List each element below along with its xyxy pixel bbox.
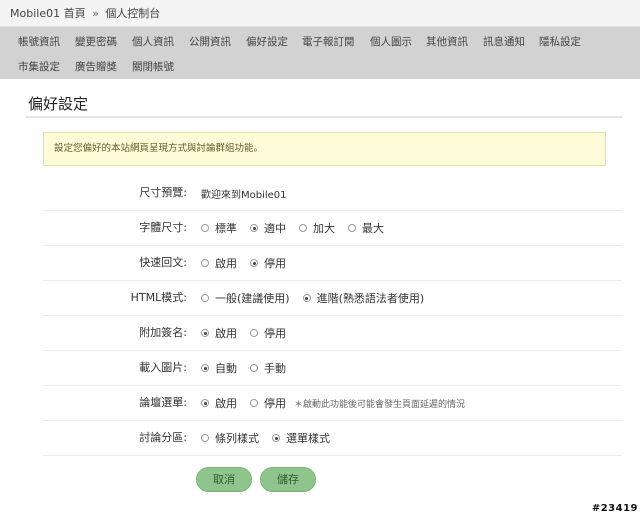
radio-button[interactable] (201, 259, 209, 267)
radio-button[interactable] (348, 224, 356, 232)
quick-reply-option-enable[interactable]: 啟用 (201, 255, 237, 271)
radio-button[interactable] (250, 259, 258, 267)
preview-row: 尺寸預覽: 歡迎來到Mobile01 (43, 176, 622, 211)
breadcrumb-home-link[interactable]: Mobile01 首頁 (10, 7, 86, 20)
forum-category-label: 討論分區: (139, 431, 187, 444)
load-images-option-manual[interactable]: 手動 (250, 360, 286, 376)
radio-button[interactable] (201, 224, 209, 232)
radio-button[interactable] (201, 294, 209, 302)
page-title: 偏好設定 (28, 95, 89, 113)
quick-reply-label: 快速回文: (139, 256, 187, 269)
cancel-button[interactable]: 取消 (196, 467, 252, 492)
info-notice: 設定您偏好的本站網頁呈現方式與討論群組功能。 (43, 132, 606, 166)
nav-personal-info[interactable]: 個人資訊 (132, 34, 174, 49)
forum-category-row: 討論分區: 條列樣式 選單樣式 (43, 421, 622, 456)
forum-menu-label: 論壇選單: (139, 396, 187, 409)
radio-button[interactable] (250, 329, 258, 337)
radio-button[interactable] (299, 224, 307, 232)
quick-reply-option-disable[interactable]: 停用 (250, 255, 286, 271)
load-images-row: 載入圖片: 自動 手動 (43, 351, 622, 386)
settings-nav-bar: 帳號資訊 變更密碼 個人資訊 公開資訊 偏好設定 電子報訂閱 個人圖示 其他資訊… (0, 27, 640, 79)
html-mode-option-basic[interactable]: 一般(建議使用) (201, 290, 290, 306)
nav-market-settings[interactable]: 市集設定 (18, 59, 60, 74)
signature-label: 附加簽名: (139, 326, 187, 339)
nav-privacy[interactable]: 隱私設定 (539, 34, 581, 49)
nav-notifications[interactable]: 訊息通知 (483, 34, 525, 49)
font-size-option-large[interactable]: 加大 (299, 220, 335, 236)
nav-avatar[interactable]: 個人圖示 (370, 34, 412, 49)
radio-button[interactable] (250, 364, 258, 372)
radio-button[interactable] (272, 434, 280, 442)
forum-menu-option-enable[interactable]: 啟用 (201, 395, 237, 411)
preview-label: 尺寸預覽: (139, 186, 187, 199)
nav-close-account[interactable]: 關閉帳號 (132, 59, 174, 74)
title-divider (26, 116, 622, 118)
html-mode-label: HTML模式: (130, 291, 187, 304)
signature-option-enable[interactable]: 啟用 (201, 325, 237, 341)
image-id-tag: #23419 (591, 503, 638, 514)
load-images-label: 載入圖片: (139, 361, 187, 374)
html-mode-row: HTML模式: 一般(建議使用) 進階(熟悉語法者使用) (43, 281, 622, 316)
font-size-option-standard[interactable]: 標準 (201, 220, 237, 236)
nav-public-info[interactable]: 公開資訊 (189, 34, 231, 49)
radio-button[interactable] (201, 329, 209, 337)
nav-preferences[interactable]: 偏好設定 (246, 34, 288, 49)
signature-row: 附加簽名: 啟用 停用 (43, 316, 622, 351)
font-size-row: 字體尺寸: 標準 適中 加大 最大 (43, 211, 622, 246)
radio-button[interactable] (201, 434, 209, 442)
nav-other-info[interactable]: 其他資訊 (426, 34, 468, 49)
breadcrumb: Mobile01 首頁 » 個人控制台 (0, 0, 640, 27)
load-images-option-auto[interactable]: 自動 (201, 360, 237, 376)
font-size-option-largest[interactable]: 最大 (348, 220, 384, 236)
font-size-option-medium[interactable]: 適中 (250, 220, 286, 236)
forum-menu-option-disable[interactable]: 停用 (250, 395, 286, 411)
forum-category-option-list[interactable]: 條列樣式 (201, 430, 259, 446)
html-mode-option-advanced[interactable]: 進階(熟悉語法者使用) (302, 290, 424, 306)
font-size-label: 字體尺寸: (139, 221, 187, 234)
radio-button[interactable] (302, 294, 311, 302)
radio-button[interactable] (250, 399, 258, 407)
breadcrumb-current: 個人控制台 (105, 7, 161, 20)
forum-menu-hint: ＊啟動此功能後可能會發生頁面延遲的情況 (294, 399, 466, 410)
radio-button[interactable] (201, 399, 209, 407)
radio-button[interactable] (250, 224, 258, 232)
preview-text: 歡迎來到Mobile01 (201, 189, 287, 201)
nav-account-info[interactable]: 帳號資訊 (18, 34, 60, 49)
quick-reply-row: 快速回文: 啟用 停用 (43, 246, 622, 281)
nav-change-password[interactable]: 變更密碼 (75, 34, 117, 49)
signature-option-disable[interactable]: 停用 (250, 325, 286, 341)
breadcrumb-separator: » (92, 7, 99, 20)
radio-button[interactable] (201, 364, 209, 372)
nav-ad-prizes[interactable]: 廣告贈獎 (75, 59, 117, 74)
nav-newsletter[interactable]: 電子報訂閱 (302, 34, 355, 49)
forum-menu-row: 論壇選單: 啟用 停用 ＊啟動此功能後可能會發生頁面延遲的情況 (43, 386, 622, 421)
forum-category-option-menu[interactable]: 選單樣式 (272, 430, 330, 446)
save-button[interactable]: 儲存 (260, 467, 316, 492)
